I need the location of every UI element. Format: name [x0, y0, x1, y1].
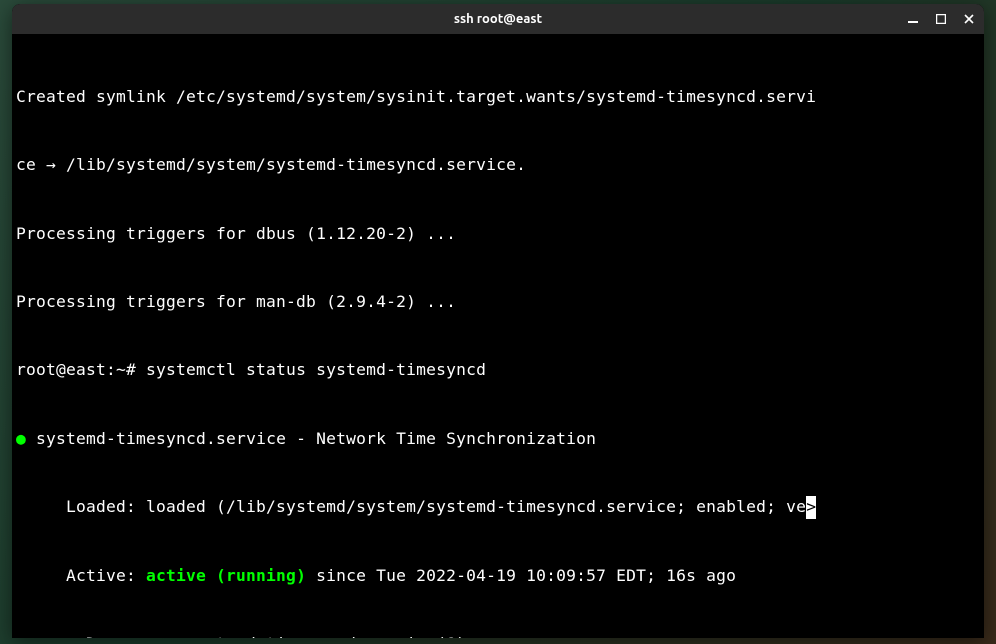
terminal-window: ssh root@east Created symlink /etc/syste…	[12, 4, 984, 638]
status-dot-icon: ●	[16, 429, 26, 448]
maximize-button[interactable]	[934, 12, 948, 26]
field-label: Loaded:	[16, 497, 146, 516]
field-value: since Tue 2022-04-19 10:09:57 EDT; 16s a…	[306, 566, 736, 585]
loaded-line: Loaded: loaded (/lib/systemd/system/syst…	[16, 496, 980, 519]
minimize-button[interactable]	[906, 12, 920, 26]
titlebar-controls	[906, 4, 976, 34]
truncation-indicator-icon: >	[806, 496, 816, 519]
command-text: systemctl status systemd-timesyncd	[146, 360, 486, 379]
unit-header: systemd-timesyncd.service - Network Time…	[26, 429, 596, 448]
field-label: Docs:	[16, 634, 146, 638]
field-label: Active:	[16, 566, 146, 585]
active-line: Active: active (running) since Tue 2022-…	[16, 565, 980, 588]
field-value: loaded (/lib/systemd/system/systemd-time…	[146, 497, 806, 516]
field-value: man:systemd-timesyncd.service(8)	[146, 634, 466, 638]
terminal-viewport[interactable]: Created symlink /etc/systemd/system/sysi…	[12, 34, 984, 638]
docs-line: Docs: man:systemd-timesyncd.service(8)	[16, 633, 980, 638]
close-button[interactable]	[962, 12, 976, 26]
unit-header-line: ● systemd-timesyncd.service - Network Ti…	[16, 428, 980, 451]
output-line: Processing triggers for dbus (1.12.20-2)…	[16, 223, 980, 246]
titlebar[interactable]: ssh root@east	[12, 4, 984, 34]
output-line: Processing triggers for man-db (2.9.4-2)…	[16, 291, 980, 314]
prompt-line: root@east:~# systemctl status systemd-ti…	[16, 359, 980, 382]
output-line: ce → /lib/systemd/system/systemd-timesyn…	[16, 154, 980, 177]
window-title: ssh root@east	[454, 12, 542, 26]
shell-prompt: root@east:~#	[16, 360, 146, 379]
output-line: Created symlink /etc/systemd/system/sysi…	[16, 86, 980, 109]
active-state: active (running)	[146, 566, 306, 585]
